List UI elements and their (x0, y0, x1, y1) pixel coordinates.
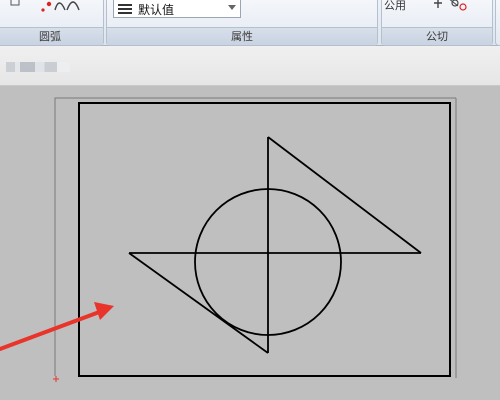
panel-properties-title: 属性 (107, 27, 377, 45)
panel-arc: 圆弧 (0, 0, 104, 46)
arc-tools-icon[interactable] (7, 0, 87, 26)
layer-select-value: 默认值 (138, 3, 175, 17)
panel-clip-title: 公切 (382, 27, 492, 45)
document-tab-strip (0, 46, 500, 86)
panel-next (495, 0, 500, 46)
drawing-canvas[interactable] (0, 86, 500, 400)
drawing-lower-edge (128, 252, 269, 354)
clip-tools-icon[interactable] (392, 0, 482, 26)
drawing-svg (0, 97, 457, 382)
layer-select[interactable]: 默认值 (113, 0, 241, 18)
ribbon: 圆弧 默认值 属性 公用 公切 (0, 0, 500, 46)
arrow-annotation-icon (0, 302, 114, 351)
panel-arc-title: 圆弧 (0, 27, 103, 45)
dropdown-caret-icon[interactable] (228, 5, 236, 11)
panel-clip: 公用 公切 (381, 0, 493, 46)
origin-marker (53, 376, 59, 382)
drawing-upper-edge (267, 136, 422, 254)
document-tab[interactable] (6, 62, 70, 72)
lines-icon (118, 4, 132, 14)
panel-properties: 默认值 属性 (106, 0, 378, 46)
